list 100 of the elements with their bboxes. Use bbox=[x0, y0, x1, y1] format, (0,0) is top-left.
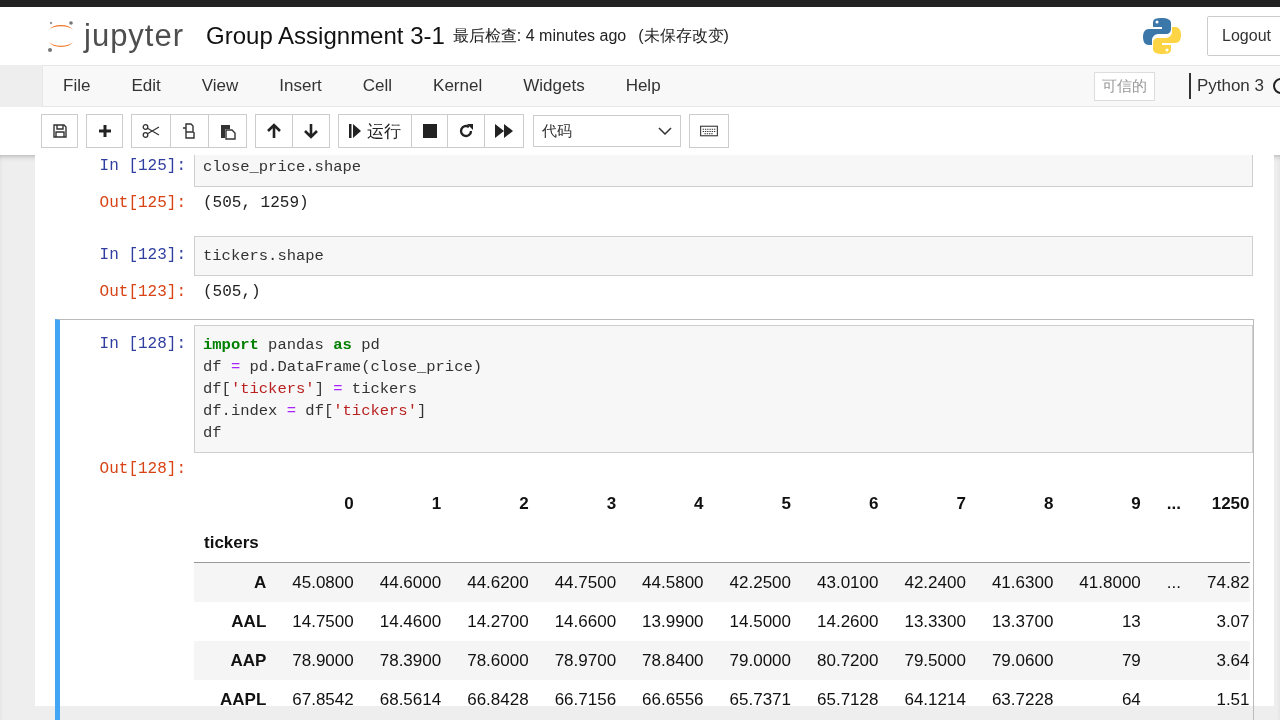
step-icon bbox=[349, 124, 361, 138]
column-header: 6 bbox=[791, 484, 879, 523]
scissors-icon bbox=[142, 124, 160, 138]
cell-type-dropdown[interactable]: 代码 bbox=[533, 115, 681, 147]
column-header: 1 bbox=[430, 492, 442, 515]
table-cell: 64 bbox=[1053, 680, 1141, 719]
copy-button[interactable] bbox=[170, 114, 209, 148]
input-prompt: In [125]: bbox=[98, 156, 187, 177]
add-cell-button[interactable] bbox=[86, 114, 123, 148]
table-cell: 78.3900 bbox=[353, 641, 442, 680]
table-cell: 63.7228 bbox=[965, 680, 1054, 719]
table-cell: 14.7500 bbox=[266, 602, 354, 641]
column-header: 1250 bbox=[1210, 492, 1250, 515]
table-cell: 79.0600 bbox=[965, 641, 1054, 680]
menu-item[interactable]: Edit bbox=[131, 76, 186, 96]
column-header: 7 bbox=[878, 484, 966, 523]
menu-item[interactable]: Widgets bbox=[523, 76, 610, 96]
menu-item[interactable]: Cell bbox=[362, 76, 418, 96]
table-cell: 14.2700 bbox=[441, 602, 529, 641]
table-cell: 80.7200 bbox=[791, 641, 879, 680]
table-cell: 42.2400 bbox=[878, 562, 966, 602]
table-cell: 1.51 bbox=[1181, 680, 1250, 719]
menu-item[interactable]: Insert bbox=[279, 76, 347, 96]
table-cell: 43.0100 bbox=[791, 562, 879, 602]
output-text: (505,) bbox=[202, 282, 262, 303]
table-cell: 78.9000 bbox=[266, 641, 354, 680]
restart-button[interactable] bbox=[447, 114, 485, 148]
down-arrow-icon bbox=[303, 123, 319, 139]
code-editor[interactable]: tickers.shape bbox=[194, 236, 1253, 276]
table-cell: 41.6300 bbox=[965, 562, 1054, 602]
code-editor[interactable]: close_price.shape bbox=[194, 155, 1253, 187]
caret-icon bbox=[658, 127, 672, 135]
autosave-status: (未保存改变) bbox=[638, 25, 729, 46]
logo-text: jupyter bbox=[84, 18, 185, 54]
paste-icon bbox=[219, 122, 236, 140]
table-cell: 79.0000 bbox=[703, 641, 791, 680]
table-cell: 65.7371 bbox=[703, 680, 791, 719]
table-cell: 13 bbox=[1053, 602, 1141, 641]
menu-item[interactable]: File bbox=[63, 76, 116, 96]
table-cell: 66.6556 bbox=[616, 680, 704, 719]
column-header: 5 bbox=[703, 484, 791, 523]
table-cell: 13.3700 bbox=[965, 602, 1054, 641]
row-label: AAP bbox=[194, 641, 267, 680]
table-cell: 65.7128 bbox=[791, 680, 879, 719]
table-cell: 44.6200 bbox=[441, 562, 529, 602]
move-up-button[interactable] bbox=[255, 114, 293, 148]
move-down-button[interactable] bbox=[292, 114, 330, 148]
cut-button[interactable] bbox=[131, 114, 171, 148]
save-button[interactable] bbox=[41, 114, 78, 148]
selected-cell[interactable] bbox=[55, 319, 1254, 720]
menu-item[interactable]: Help bbox=[625, 76, 686, 96]
table-cell: 13.3300 bbox=[878, 602, 966, 641]
table-cell: 14.5000 bbox=[703, 602, 791, 641]
fast-forward-icon bbox=[495, 124, 513, 138]
code-editor[interactable]: import pandas as pd df = pd.DataFrame(close_price) df['tickers'] = tickers df.index = df['tickers'] df bbox=[194, 325, 1253, 453]
input-prompt: In [128]: bbox=[98, 334, 187, 355]
kernel-name: Python 3 bbox=[1188, 73, 1264, 99]
row-label: AAPL bbox=[194, 680, 267, 719]
output-prompt: Out[128]: bbox=[98, 459, 187, 480]
keyboard-shortcuts-button[interactable] bbox=[689, 114, 729, 148]
table-cell: 14.2600 bbox=[791, 602, 879, 641]
table-cell: 45.0800 bbox=[266, 562, 354, 602]
row-label: A bbox=[194, 562, 267, 602]
menu-item[interactable]: Kernel bbox=[433, 76, 508, 96]
table-cell: 68.5614 bbox=[353, 680, 442, 719]
column-header: 2 bbox=[441, 484, 529, 523]
output-text: (505, 1259) bbox=[202, 193, 310, 214]
table-cell: 78.6000 bbox=[441, 641, 529, 680]
stop-icon bbox=[422, 124, 437, 138]
table-cell: 42.2500 bbox=[703, 562, 791, 602]
row-label: AAL bbox=[194, 602, 267, 641]
run-button[interactable]: 运行 bbox=[338, 114, 412, 148]
table-cell: 79.5000 bbox=[878, 641, 966, 680]
table-cell: 79 bbox=[1053, 641, 1141, 680]
index-name: tickers bbox=[194, 523, 267, 563]
table-cell: 13.9900 bbox=[616, 602, 704, 641]
copy-icon bbox=[181, 123, 198, 139]
python-logo-icon bbox=[1143, 17, 1182, 55]
column-header: 0 bbox=[343, 492, 354, 515]
column-header: 4 bbox=[616, 484, 704, 523]
keyboard-icon bbox=[700, 125, 718, 137]
table-cell: ... bbox=[1140, 562, 1181, 602]
menu-item[interactable]: View bbox=[201, 76, 264, 96]
plus-icon bbox=[97, 124, 112, 138]
notebook-title[interactable]: Group Assignment 3-1 bbox=[206, 22, 445, 50]
table-cell: 66.8428 bbox=[441, 680, 529, 719]
run-all-button[interactable] bbox=[484, 114, 524, 148]
table-cell: 44.6000 bbox=[353, 562, 442, 602]
column-header: ... bbox=[1140, 484, 1181, 523]
stop-button[interactable] bbox=[411, 114, 448, 148]
table-cell: 44.5800 bbox=[616, 562, 704, 602]
logout-button[interactable]: Logout bbox=[1207, 16, 1280, 56]
column-header: 9 bbox=[1053, 484, 1141, 523]
column-header: 3 bbox=[528, 484, 617, 523]
table-cell: 67.8542 bbox=[266, 680, 354, 719]
input-prompt: In [123]: bbox=[98, 245, 187, 266]
table-cell: 14.6600 bbox=[528, 602, 617, 641]
paste-button[interactable] bbox=[208, 114, 247, 148]
table-cell: 41.8000 bbox=[1053, 562, 1141, 602]
kernel-idle-icon bbox=[1272, 77, 1280, 95]
